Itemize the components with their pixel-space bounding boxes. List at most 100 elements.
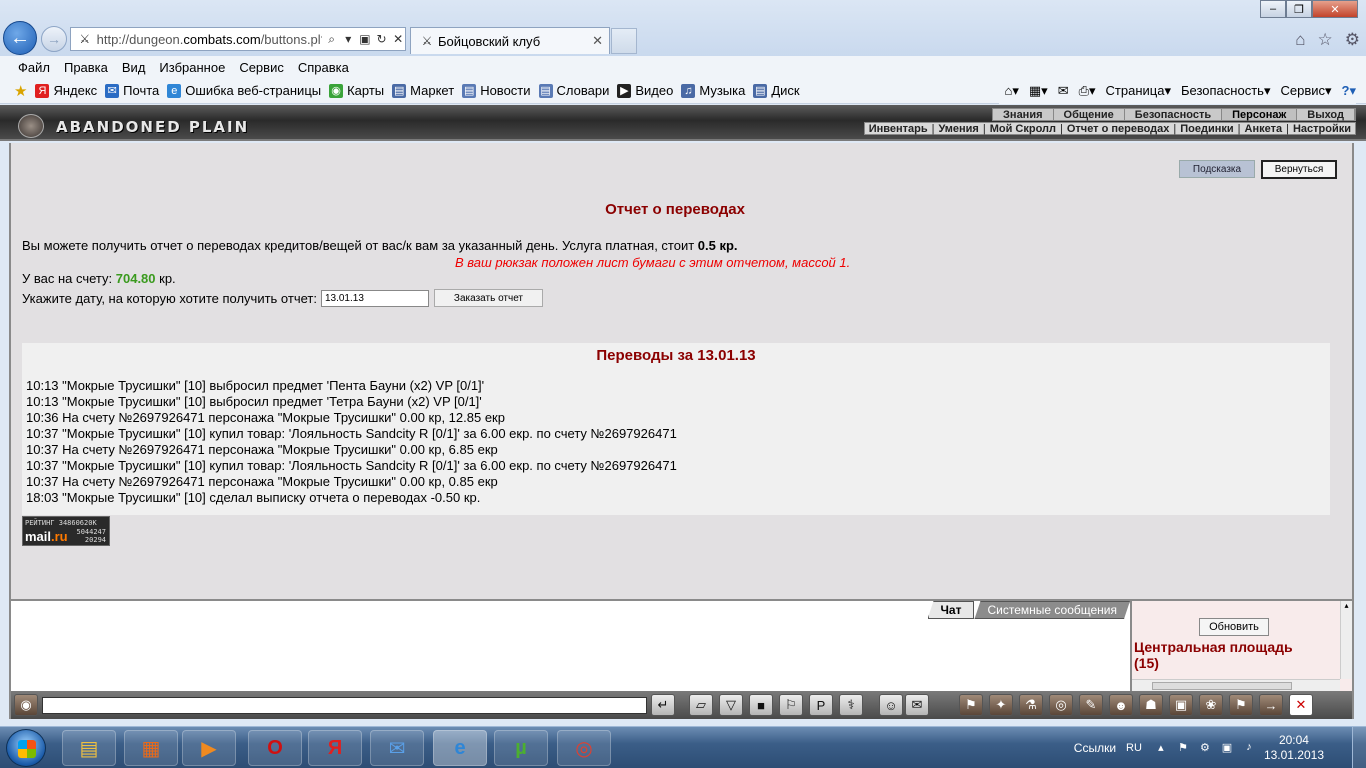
tools-menu[interactable]: Сервис▾ bbox=[1280, 83, 1331, 99]
fav-disk[interactable]: ▤ Диск bbox=[753, 83, 800, 98]
page-menu[interactable]: Страница▾ bbox=[1106, 83, 1171, 99]
search-icon[interactable]: ⌕ bbox=[325, 32, 339, 47]
menu-file[interactable]: Файл bbox=[18, 60, 50, 75]
utorrent-task-icon[interactable]: µ bbox=[494, 730, 548, 766]
fav-news[interactable]: ▤ Новости bbox=[462, 83, 531, 98]
room-scrollbar[interactable]: ▴ bbox=[1340, 601, 1352, 679]
save-icon[interactable]: ■ bbox=[749, 694, 773, 716]
eraser-icon[interactable]: ▱ bbox=[689, 694, 713, 716]
address-bar[interactable]: ⚔ http://dungeon.combats.com/buttons.pl?… bbox=[70, 27, 406, 51]
fav-mail[interactable]: ✉ Почта bbox=[105, 83, 159, 98]
spell-icon[interactable]: ✦ bbox=[989, 694, 1013, 716]
opera-task-icon[interactable]: O bbox=[248, 730, 302, 766]
start-button[interactable] bbox=[6, 729, 46, 767]
forward-button[interactable]: → bbox=[41, 26, 67, 52]
fav-yandex[interactable]: Я Яндекс bbox=[35, 83, 97, 98]
mailru-rating-counter[interactable]: РЕЙТИНГ 34860620K mail.ru 5044247 20294 bbox=[22, 516, 110, 546]
browser-tab[interactable]: ⚔ Бойцовский клуб ✕ bbox=[410, 27, 610, 54]
chrome-task-icon[interactable]: ◎ bbox=[557, 730, 611, 766]
print-icon[interactable]: ⎙▾ bbox=[1079, 83, 1096, 99]
sub-menu-battles[interactable]: Поединки bbox=[1180, 123, 1233, 135]
inventory-bag-icon[interactable]: ⚑ bbox=[959, 694, 983, 716]
lock-icon[interactable]: ▣ bbox=[1169, 694, 1193, 716]
menu-edit[interactable]: Правка bbox=[64, 60, 108, 75]
fav-music[interactable]: ♫ Музыка bbox=[681, 83, 745, 98]
stop-icon[interactable]: ✕ bbox=[391, 32, 405, 46]
private-icon[interactable]: P bbox=[809, 694, 833, 716]
chat-mode-icon[interactable]: ✉ bbox=[905, 694, 929, 716]
smiley-icon[interactable]: ☺ bbox=[879, 694, 903, 716]
tab-close-icon[interactable]: ✕ bbox=[592, 33, 603, 49]
sub-menu-settings[interactable]: Настройки bbox=[1293, 123, 1351, 135]
potion-icon[interactable]: ⚗ bbox=[1019, 694, 1043, 716]
close-window-button[interactable]: ✕ bbox=[1312, 0, 1358, 18]
chat-input[interactable] bbox=[42, 697, 647, 714]
menu-tools[interactable]: Сервис bbox=[239, 60, 284, 75]
fav-error-page[interactable]: e Ошибка веб-страницы bbox=[167, 83, 321, 98]
speaker-icon[interactable]: ◉ bbox=[14, 694, 38, 716]
friends-icon[interactable]: ❀ bbox=[1199, 694, 1223, 716]
translit-icon[interactable]: ⚕ bbox=[839, 694, 863, 716]
language-indicator[interactable]: RU bbox=[1126, 742, 1142, 754]
walk-icon[interactable]: ⚐ bbox=[779, 694, 803, 716]
app-task-icon[interactable]: ▦ bbox=[124, 730, 178, 766]
scroll-icon[interactable]: ✎ bbox=[1079, 694, 1103, 716]
refresh-icon[interactable]: ↻ bbox=[375, 32, 389, 46]
fav-market[interactable]: ▤ Маркет bbox=[392, 83, 454, 98]
menu-view[interactable]: Вид bbox=[122, 60, 146, 75]
top-menu-exit[interactable]: Выход bbox=[1297, 109, 1355, 121]
close-icon[interactable]: ✕ bbox=[1289, 694, 1313, 716]
settings-gear-icon[interactable]: ⚙ bbox=[1345, 30, 1360, 50]
flag-icon[interactable]: ⚑ bbox=[1229, 694, 1253, 716]
ie-task-icon[interactable]: e bbox=[433, 730, 487, 766]
help-icon[interactable]: ?▾ bbox=[1342, 83, 1356, 99]
order-report-button[interactable]: Заказать отчет bbox=[433, 289, 543, 307]
gold-icon[interactable]: ◎ bbox=[1049, 694, 1073, 716]
action-center-icon[interactable]: ⚑ bbox=[1176, 741, 1190, 755]
back-button[interactable]: ← bbox=[3, 21, 37, 55]
dropdown-icon[interactable]: ▾ bbox=[341, 32, 355, 46]
refresh-button[interactable]: Обновить bbox=[1199, 618, 1269, 636]
volume-icon[interactable]: ♪ bbox=[1242, 741, 1256, 755]
return-button[interactable]: Вернуться bbox=[1261, 160, 1337, 179]
maximize-button[interactable]: ❐ bbox=[1286, 0, 1312, 18]
home-cmd-icon[interactable]: ⌂▾ bbox=[1005, 83, 1019, 99]
send-icon[interactable]: ↵ bbox=[651, 694, 675, 716]
feeds-icon[interactable]: ▦▾ bbox=[1029, 83, 1048, 99]
minimize-button[interactable]: – bbox=[1260, 0, 1286, 18]
add-favorites-star-icon[interactable]: ★ bbox=[14, 82, 27, 100]
tab-system-messages[interactable]: Системные сообщения bbox=[974, 601, 1130, 619]
yandex-task-icon[interactable]: Я bbox=[308, 730, 362, 766]
sub-menu-inventory[interactable]: Инвентарь bbox=[869, 123, 928, 135]
hint-button[interactable]: Подсказка bbox=[1179, 160, 1255, 178]
links-toolbar[interactable]: Ссылки bbox=[1074, 741, 1116, 755]
top-menu-communication[interactable]: Общение bbox=[1054, 109, 1125, 121]
tab-chat[interactable]: Чат bbox=[927, 601, 975, 619]
compat-view-icon[interactable]: ▣ bbox=[358, 32, 372, 46]
clock[interactable]: 20:04 13.01.2013 bbox=[1264, 733, 1324, 763]
safety-menu[interactable]: Безопасность▾ bbox=[1181, 83, 1270, 99]
fav-video[interactable]: ▶ Видео bbox=[617, 83, 673, 98]
mail-task-icon[interactable]: ✉ bbox=[370, 730, 424, 766]
media-player-task-icon[interactable]: ▶ bbox=[182, 730, 236, 766]
fav-maps[interactable]: ◉ Карты bbox=[329, 83, 384, 98]
show-desktop-button[interactable] bbox=[1352, 727, 1366, 768]
sub-menu-skills[interactable]: Умения bbox=[938, 123, 978, 135]
room-hscrollbar[interactable] bbox=[1132, 679, 1340, 691]
new-tab-button[interactable] bbox=[611, 28, 637, 54]
date-input[interactable]: 13.01.13 bbox=[320, 289, 429, 307]
filter-icon[interactable]: ▽ bbox=[719, 694, 743, 716]
sub-menu-profile[interactable]: Анкета bbox=[1245, 123, 1283, 135]
menu-favorites[interactable]: Избранное bbox=[159, 60, 225, 75]
sub-menu-my-scroll[interactable]: Мой Скролл bbox=[990, 123, 1056, 135]
expand-tray-icon[interactable]: ▴ bbox=[1154, 741, 1168, 755]
top-menu-knowledge[interactable]: Знания bbox=[993, 109, 1054, 121]
armor-icon[interactable]: ☗ bbox=[1139, 694, 1163, 716]
top-menu-security[interactable]: Безопасность bbox=[1125, 109, 1223, 121]
top-menu-character[interactable]: Персонаж bbox=[1222, 109, 1298, 121]
fav-dictionary[interactable]: ▤ Словари bbox=[538, 83, 609, 98]
network-icon[interactable]: ▣ bbox=[1220, 741, 1234, 755]
group-icon[interactable]: ☻ bbox=[1109, 694, 1133, 716]
exit-icon[interactable]: → bbox=[1259, 694, 1283, 716]
explorer-task-icon[interactable]: ▤ bbox=[62, 730, 116, 766]
